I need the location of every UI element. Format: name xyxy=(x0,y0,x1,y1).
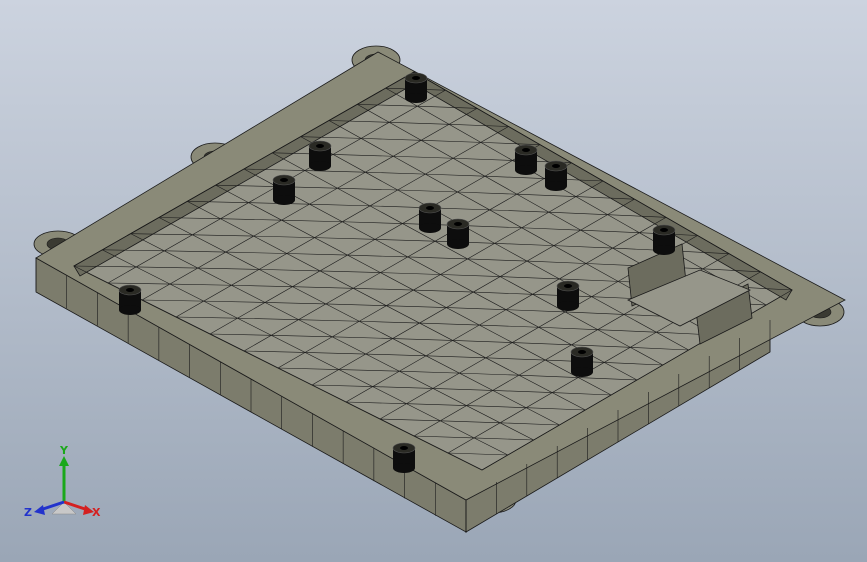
y-axis-head-icon xyxy=(59,456,69,466)
model-view[interactable] xyxy=(0,0,867,562)
standoff-boss xyxy=(544,160,568,191)
standoff-boss xyxy=(272,174,296,205)
standoff-boss xyxy=(392,442,416,473)
x-axis-label: X xyxy=(92,506,101,519)
orientation-triad: Y X Z xyxy=(24,444,101,519)
standoff-boss xyxy=(118,284,142,315)
z-axis-head-icon xyxy=(34,505,45,515)
standoff-boss xyxy=(308,140,332,171)
standoff-boss xyxy=(418,202,442,233)
standoff-boss xyxy=(570,346,594,377)
standoff-boss xyxy=(556,280,580,311)
standoff-boss xyxy=(446,218,470,249)
standoff-boss xyxy=(652,224,676,255)
standoff-boss xyxy=(514,144,538,175)
y-axis-label: Y xyxy=(59,444,69,457)
standoff-boss xyxy=(404,72,428,103)
z-axis-label: Z xyxy=(24,506,32,519)
graphics-viewport[interactable]: Y X Z xyxy=(0,0,867,562)
